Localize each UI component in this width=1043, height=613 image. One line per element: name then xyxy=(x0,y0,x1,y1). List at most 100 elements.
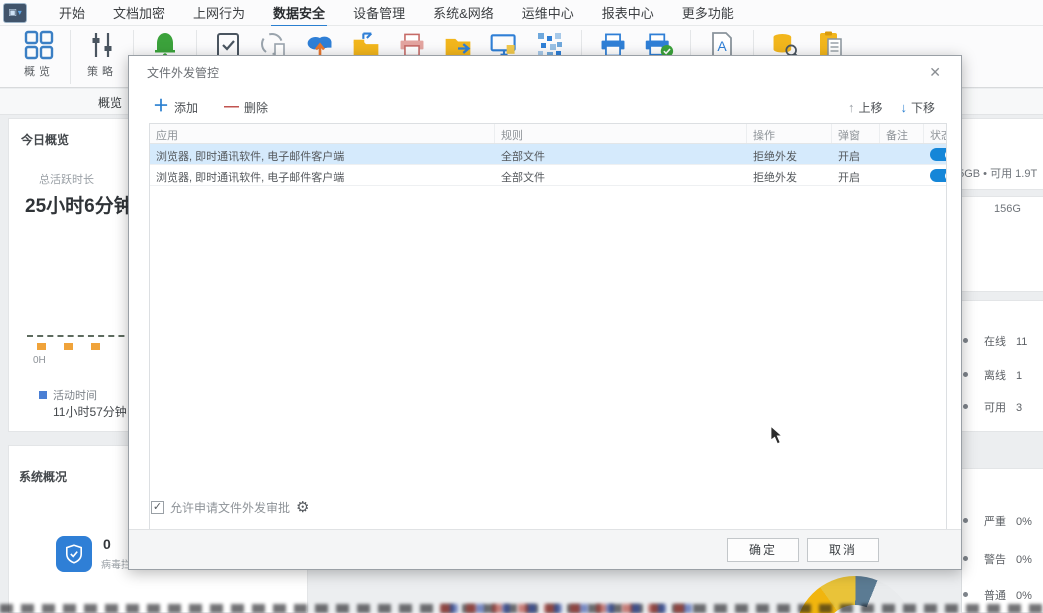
menu-item-data-security[interactable]: 数据安全 xyxy=(259,0,339,27)
approval-checkbox[interactable]: ✓ xyxy=(151,501,164,514)
menu-item-more[interactable]: 更多功能 xyxy=(668,0,748,27)
tab-overview[interactable]: 概览 xyxy=(88,94,132,111)
stat-value: 11 xyxy=(1016,336,1027,348)
overview-grid-icon xyxy=(24,30,54,60)
menu-item-report-center[interactable]: 报表中心 xyxy=(588,0,668,27)
stat-value: 0% xyxy=(1016,554,1032,566)
cell-popup: 开启 xyxy=(832,165,880,185)
stat-label: 在线 xyxy=(984,336,1006,348)
gear-icon[interactable]: ⚙ xyxy=(296,502,309,514)
move-down-label: 下移 xyxy=(911,99,935,116)
ok-button[interactable]: 确定 xyxy=(727,538,799,562)
storage-text: 15GB • 可用 1.9T xyxy=(961,165,1037,181)
legend-label: 活动时间 xyxy=(53,387,97,403)
storage-card-2: 156G xyxy=(961,196,1043,292)
menu-item-web-behavior[interactable]: 上网行为 xyxy=(179,0,259,27)
close-icon[interactable]: ✕ xyxy=(923,62,947,83)
storage-card: 15GB • 可用 1.9T xyxy=(961,118,1043,190)
add-button[interactable]: ＋ 添加 xyxy=(153,99,198,116)
status-dot xyxy=(963,404,968,409)
stat-value: 0% xyxy=(1016,590,1032,602)
total-active-label: 总活跃时长 xyxy=(39,171,94,187)
mouse-cursor xyxy=(769,425,784,451)
chart-marker xyxy=(91,343,100,350)
status-dot xyxy=(963,338,968,343)
chevron-down-icon: ▾ xyxy=(18,8,22,17)
dialog-footer: 确定 取消 xyxy=(129,529,961,569)
stat-label: 警告 xyxy=(984,554,1006,566)
move-down-button[interactable]: ↓ 下移 xyxy=(900,99,935,116)
cell-action: 拒绝外发 xyxy=(747,165,832,185)
alert-warning-row: 警告 0% xyxy=(962,551,1043,567)
cell-remark xyxy=(880,144,924,164)
status-toggle[interactable] xyxy=(930,148,946,161)
main-menu: 开始 文档加密 上网行为 数据安全 设备管理 系统&网络 运维中心 报表中心 更… xyxy=(45,0,748,27)
cell-rule: 全部文件 xyxy=(495,165,747,185)
delete-button[interactable]: — 删除 xyxy=(224,99,268,116)
move-up-label: 上移 xyxy=(858,99,882,116)
video-caption-blur xyxy=(440,604,700,613)
status-dot xyxy=(963,372,968,377)
alert-severe-row: 严重 0% xyxy=(962,513,1043,529)
menu-item-device-mgmt[interactable]: 设备管理 xyxy=(339,0,419,27)
arrow-up-icon: ↑ xyxy=(848,100,855,115)
stat-label: 严重 xyxy=(984,516,1006,528)
toolbar-label: 策略 xyxy=(87,63,117,79)
approval-option-row: ✓ 允许申请文件外发审批 ⚙ xyxy=(151,499,309,516)
stat-value: 3 xyxy=(1016,402,1022,414)
menu-bar: ▣▾ 开始 文档加密 上网行为 数据安全 设备管理 系统&网络 运维中心 报表中… xyxy=(0,0,1043,26)
move-up-button[interactable]: ↑ 上移 xyxy=(848,99,883,116)
axis-zero-label: 0H xyxy=(33,355,46,366)
app-window: ▣▾ 开始 文档加密 上网行为 数据安全 设备管理 系统&网络 运维中心 报表中… xyxy=(0,0,1043,613)
agents-available-row: 可用 3 xyxy=(962,399,1043,415)
alerts-card: 严重 0% 警告 0% 普通 0% xyxy=(961,468,1043,613)
cell-app: 浏览器, 即时通讯软件, 电子邮件客户端 xyxy=(150,165,495,185)
col-header-popup: 弹窗 xyxy=(832,124,880,143)
plus-icon: ＋ xyxy=(153,102,169,112)
file-send-control-dialog: 文件外发管控 ✕ ＋ 添加 — 删除 ↑ 上移 ↓ 下移 应用 xyxy=(128,55,962,570)
cell-rule: 全部文件 xyxy=(495,144,747,164)
system-overview-title: 系统概况 xyxy=(19,468,67,485)
dialog-toolbar: ＋ 添加 — 删除 xyxy=(153,96,268,118)
virus-count: 0 xyxy=(103,536,111,552)
cancel-button[interactable]: 取消 xyxy=(807,538,879,562)
chart-legend: 活动时间 xyxy=(39,387,97,403)
cell-remark xyxy=(880,165,924,185)
stat-label: 离线 xyxy=(984,370,1006,382)
stat-value: 0% xyxy=(1016,516,1032,528)
total-active-value: 25小时6分钟 xyxy=(25,191,133,218)
menu-item-doc-encrypt[interactable]: 文档加密 xyxy=(99,0,179,27)
stat-label: 普通 xyxy=(984,590,1006,602)
table-row[interactable]: 浏览器, 即时通讯软件, 电子邮件客户端 全部文件 拒绝外发 开启 xyxy=(150,144,946,165)
arrow-down-icon: ↓ xyxy=(900,100,907,115)
agents-card: 在线 11 离线 1 可用 3 xyxy=(961,300,1043,432)
approval-label: 允许申请文件外发审批 xyxy=(170,499,290,516)
minus-icon: — xyxy=(224,102,239,112)
menu-item-start[interactable]: 开始 xyxy=(45,0,99,27)
legend-swatch xyxy=(39,391,47,399)
table-row[interactable]: 浏览器, 即时通讯软件, 电子邮件客户端 全部文件 拒绝外发 开启 xyxy=(150,165,946,186)
virus-shield-icon xyxy=(56,536,92,572)
toolbar-overview-button[interactable]: 概览 xyxy=(16,30,62,79)
col-header-action: 操作 xyxy=(747,124,832,143)
table-header: 应用 规则 操作 弹窗 备注 状态 xyxy=(150,124,946,144)
agents-online-row: 在线 11 xyxy=(962,333,1043,349)
stat-value: 1 xyxy=(1016,370,1022,382)
stat-label: 可用 xyxy=(984,402,1006,414)
rules-table: 应用 规则 操作 弹窗 备注 状态 浏览器, 即时通讯软件, 电子邮件客户端 全… xyxy=(149,123,947,545)
menu-item-ops-center[interactable]: 运维中心 xyxy=(508,0,588,27)
toolbar-policy-button[interactable]: 策略 xyxy=(79,30,125,79)
chart-marker xyxy=(64,343,73,350)
toolbar-label: 概览 xyxy=(24,63,54,79)
storage-text-2: 156G xyxy=(994,203,1021,215)
chart-marker xyxy=(37,343,46,350)
add-label: 添加 xyxy=(174,99,198,116)
status-toggle[interactable] xyxy=(930,169,946,182)
cell-app: 浏览器, 即时通讯软件, 电子邮件客户端 xyxy=(150,144,495,164)
menu-item-system-network[interactable]: 系统&网络 xyxy=(419,0,508,27)
app-menu-button[interactable]: ▣▾ xyxy=(3,3,27,23)
col-header-rule: 规则 xyxy=(495,124,747,143)
alert-normal-row: 普通 0% xyxy=(962,587,1043,603)
col-header-app: 应用 xyxy=(150,124,495,143)
status-dot xyxy=(963,592,968,597)
